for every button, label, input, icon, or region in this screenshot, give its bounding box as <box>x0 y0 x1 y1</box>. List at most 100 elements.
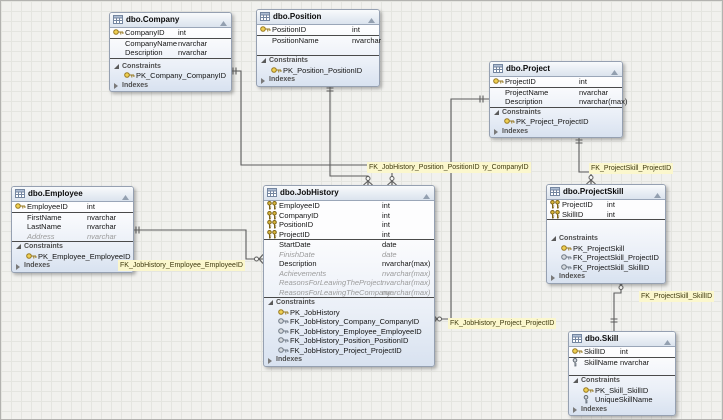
table-skill[interactable]: dbo.Skill SkillIDintSkillNamenvarchar Cons… <box>568 331 676 416</box>
column-row[interactable]: Address nvarchar <box>12 232 133 243</box>
table-header[interactable]: dbo.Project <box>490 62 622 77</box>
table-header[interactable]: dbo.Employee <box>12 187 133 202</box>
expander-icon[interactable] <box>268 358 272 364</box>
section-constraints[interactable]: Constraints <box>264 298 434 308</box>
relationship-label-fk-projectskill-projectid-label[interactable]: FK_ProjectSkill_ProjectID <box>589 163 673 174</box>
column-row[interactable]: FinishDatedate <box>264 250 434 260</box>
column-row[interactable]: PositionIDint <box>264 220 434 230</box>
relationship-jobhistory-employee[interactable] <box>132 227 263 264</box>
section-constraints[interactable]: Constraints <box>110 62 231 72</box>
section-constraints[interactable]: Constraints <box>257 56 379 66</box>
relationship-label-fk-project-label[interactable]: FK_JobHistory_Project_ProjectID <box>448 318 556 329</box>
column-row[interactable]: ReasonsForLeavingTheCompanynvarchar(max) <box>264 288 434 299</box>
column-row[interactable]: Achievementsnvarchar(max) <box>264 269 434 279</box>
expander-icon[interactable] <box>261 78 265 84</box>
constraint-name: FK_JobHistory_Position_PositionID <box>290 336 408 346</box>
table-position[interactable]: dbo.PositionPositionIDintPositionNamenva… <box>256 9 380 87</box>
constraint-row[interactable]: FK_ProjectSkill_ProjectID <box>547 253 665 263</box>
section-indexes[interactable]: Indexes <box>264 355 434 365</box>
column-row[interactable]: ReasonsForLeavingTheProjectnvarchar(max) <box>264 278 434 288</box>
column-row[interactable]: Descriptionnvarchar(max) <box>490 97 622 108</box>
column-row[interactable]: StartDatedate <box>264 240 434 250</box>
expander-icon[interactable] <box>551 275 555 281</box>
column-row[interactable]: PositionIDint <box>257 25 379 36</box>
column-type: nvarchar(max) <box>382 259 430 269</box>
relationship-label-fk-employee-label[interactable]: FK_JobHistory_Employee_EmployeeID <box>118 260 245 271</box>
table-employee[interactable]: dbo.EmployeeEmployeeIDintFirstNamenvarch… <box>11 186 134 273</box>
table-project[interactable]: dbo.Project ProjectIDintProjectNamenvarch… <box>489 61 623 138</box>
relationship-label-fk-position-label[interactable]: FK_JobHistory_Position_PositionID <box>367 162 482 173</box>
relationship-label-fk-projectskill-skillid-label[interactable]: FK_ProjectSkill_SkillID <box>639 291 714 302</box>
constraint-row[interactable]: FK_JobHistory_Project_ProjectID <box>264 346 434 356</box>
column-row[interactable]: EmployeeIDint <box>264 201 434 211</box>
expander-icon[interactable] <box>268 300 273 305</box>
expander-icon[interactable] <box>494 110 499 115</box>
constraint-row[interactable]: FK_JobHistory_Company_CompanyID <box>264 317 434 327</box>
constraint-row[interactable]: FK_JobHistory_Employee_EmployeeID <box>264 327 434 337</box>
expander-icon[interactable] <box>261 58 266 63</box>
column-row[interactable]: SkillNamenvarchar <box>569 358 675 368</box>
table-title: dbo.Project <box>506 64 550 73</box>
column-name: Address <box>27 232 55 242</box>
section-indexes[interactable]: Indexes <box>12 261 133 271</box>
column-type: nvarchar <box>87 232 116 242</box>
section-indexes[interactable]: Indexes <box>110 81 231 91</box>
table-company[interactable]: dbo.CompanyCompanyIDintCompanyNamenvarch… <box>109 12 232 92</box>
column-row[interactable]: PositionNamenvarchar <box>257 36 379 46</box>
column-row[interactable]: SkillIDint <box>569 347 675 358</box>
column-row[interactable]: ProjectIDint <box>264 230 434 241</box>
section-constraints[interactable]: Constraints <box>547 234 665 244</box>
constraint-row[interactable]: UniqueSkillName <box>569 395 675 405</box>
constraint-row[interactable]: FK_ProjectSkill_SkillID <box>547 263 665 273</box>
table-header[interactable]: dbo.Position <box>257 10 379 25</box>
relationship-jobhistory-project[interactable] <box>433 96 489 324</box>
table-header[interactable]: dbo.Skill <box>569 332 675 347</box>
section-indexes[interactable]: Indexes <box>257 75 379 85</box>
expander-icon[interactable] <box>573 378 578 383</box>
constraint-row[interactable]: PK_Employee_EmployeeID <box>12 252 133 262</box>
column-row[interactable]: FirstNamenvarchar <box>12 213 133 223</box>
relationship-jobhistory-position[interactable] <box>327 83 373 185</box>
table-header[interactable]: dbo.ProjectSkill <box>547 185 665 200</box>
constraint-row[interactable]: FK_JobHistory_Position_PositionID <box>264 336 434 346</box>
column-row[interactable]: ProjectNamenvarchar <box>490 88 622 98</box>
section-constraints[interactable]: Constraints <box>490 108 622 118</box>
expander-icon[interactable] <box>573 407 577 413</box>
expander-icon[interactable] <box>114 83 118 89</box>
column-row[interactable]: CompanyIDint <box>264 211 434 221</box>
expander-icon[interactable] <box>494 129 498 135</box>
column-row[interactable]: CompanyNamenvarchar <box>110 39 231 49</box>
many-end-circle <box>255 257 259 261</box>
table-header[interactable]: dbo.Company <box>110 13 231 28</box>
column-row[interactable]: CompanyIDint <box>110 28 231 39</box>
table-header[interactable]: dbo.JobHistory <box>264 186 434 201</box>
relationship-projectskill-skill[interactable] <box>611 281 626 331</box>
expander-icon[interactable] <box>16 264 20 270</box>
constraint-row[interactable]: PK_Position_PositionID <box>257 66 379 76</box>
column-row[interactable]: Descriptionnvarchar(max) <box>264 259 434 269</box>
column-row[interactable]: EmployeeIDint <box>12 202 133 213</box>
section-constraints[interactable]: Constraints <box>12 242 133 252</box>
constraint-row[interactable]: PK_ProjectSkill <box>547 244 665 254</box>
column-row[interactable]: ProjectIDint <box>547 200 665 210</box>
column-row[interactable]: LastNamenvarchar <box>12 222 133 232</box>
table-icon <box>113 15 123 29</box>
table-jobhistory[interactable]: dbo.JobHistoryEmployeeIDintCompanyIDintP… <box>263 185 435 367</box>
expander-icon[interactable] <box>16 244 21 249</box>
constraint-row[interactable]: PK_Skill_SkillID <box>569 386 675 396</box>
section-constraints[interactable]: Constraints <box>569 376 675 386</box>
constraint-row[interactable]: PK_Project_ProjectID <box>490 117 622 127</box>
column-row[interactable]: Descriptionnvarchar <box>110 48 231 59</box>
section-indexes[interactable]: Indexes <box>569 405 675 415</box>
expander-icon[interactable] <box>114 64 119 69</box>
section-indexes[interactable]: Indexes <box>547 272 665 282</box>
table-title: dbo.Skill <box>585 334 618 343</box>
expander-icon[interactable] <box>551 236 556 241</box>
table-projectskill[interactable]: dbo.ProjectSkillProjectIDintSkillIDint Co… <box>546 184 666 284</box>
column-row[interactable]: SkillIDint <box>547 210 665 221</box>
relationship-projectskill-project[interactable] <box>576 134 596 184</box>
constraint-row[interactable]: PK_JobHistory <box>264 308 434 318</box>
column-row[interactable]: ProjectIDint <box>490 77 622 88</box>
section-indexes[interactable]: Indexes <box>490 127 622 137</box>
constraint-row[interactable]: PK_Company_CompanyID <box>110 71 231 81</box>
